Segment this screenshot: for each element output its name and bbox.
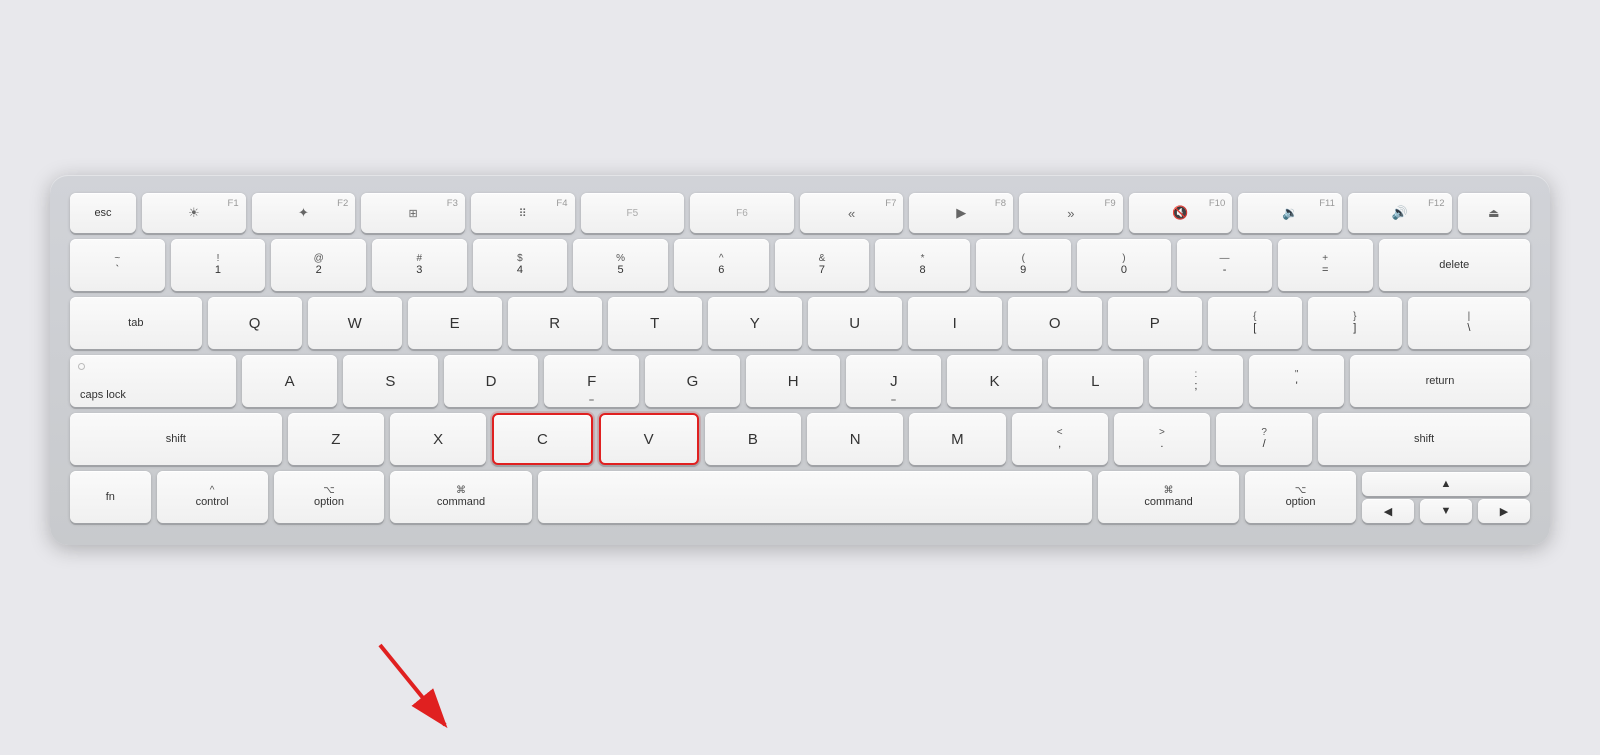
keyboard: esc ☀ F1 ✦ F2 ⊞ F3 ⠿ F4 F5 F6	[50, 175, 1550, 545]
d-key[interactable]: D	[444, 355, 539, 407]
y-key[interactable]: Y	[708, 297, 802, 349]
f9-key[interactable]: » F9	[1019, 193, 1123, 233]
close-bracket-key[interactable]: } ]	[1308, 297, 1402, 349]
f-key[interactable]: F	[544, 355, 639, 407]
quote-key[interactable]: " '	[1249, 355, 1344, 407]
function-row: esc ☀ F1 ✦ F2 ⊞ F3 ⠿ F4 F5 F6	[70, 193, 1530, 233]
right-shift-key[interactable]: shift	[1318, 413, 1530, 465]
f6-key[interactable]: F6	[690, 193, 794, 233]
period-key[interactable]: > .	[1114, 413, 1210, 465]
s-key[interactable]: S	[343, 355, 438, 407]
keyboard-wrapper: esc ☀ F1 ✦ F2 ⊞ F3 ⠿ F4 F5 F6	[50, 175, 1550, 545]
u-key[interactable]: U	[808, 297, 902, 349]
g-key[interactable]: G	[645, 355, 740, 407]
left-command-key[interactable]: ⌘ command	[390, 471, 531, 523]
f-home-indicator	[589, 399, 594, 401]
tab-key[interactable]: tab	[70, 297, 202, 349]
h-key[interactable]: H	[746, 355, 841, 407]
slash-key[interactable]: ? /	[1216, 413, 1312, 465]
2-key[interactable]: @ 2	[271, 239, 366, 291]
o-key[interactable]: O	[1008, 297, 1102, 349]
e-key[interactable]: E	[408, 297, 502, 349]
arrow-keys-group: ▲ ◀ ▼ ▶	[1362, 472, 1530, 523]
f12-key[interactable]: 🔊 F12	[1348, 193, 1452, 233]
right-option-key[interactable]: ⌥ option	[1245, 471, 1356, 523]
f3-key[interactable]: ⊞ F3	[361, 193, 465, 233]
space-key[interactable]	[538, 471, 1092, 523]
esc-key[interactable]: esc	[70, 193, 136, 233]
number-row: ~ ` ! 1 @ 2 # 3 $ 4 % 5	[70, 239, 1530, 291]
caps-lock-indicator	[78, 363, 85, 370]
f8-key[interactable]: ▶ F8	[909, 193, 1013, 233]
f4-key[interactable]: ⠿ F4	[471, 193, 575, 233]
f2-key[interactable]: ✦ F2	[252, 193, 356, 233]
9-key[interactable]: ( 9	[976, 239, 1071, 291]
5-key[interactable]: % 5	[573, 239, 668, 291]
arrow-up-key[interactable]: ▲	[1362, 472, 1530, 496]
k-key[interactable]: K	[947, 355, 1042, 407]
x-key[interactable]: X	[390, 413, 486, 465]
left-option-key[interactable]: ⌥ option	[274, 471, 385, 523]
return-key[interactable]: return	[1350, 355, 1530, 407]
j-home-indicator	[891, 399, 896, 401]
n-key[interactable]: N	[807, 413, 903, 465]
qwerty-row: tab Q W E R T Y U I O P { [ } ] | \	[70, 297, 1530, 349]
semicolon-key[interactable]: : ;	[1149, 355, 1244, 407]
caps-lock-key[interactable]: caps lock	[70, 355, 236, 407]
comma-key[interactable]: < ,	[1012, 413, 1108, 465]
c-key[interactable]: C	[492, 413, 592, 465]
f1-key[interactable]: ☀ F1	[142, 193, 246, 233]
t-key[interactable]: T	[608, 297, 702, 349]
delete-key[interactable]: delete	[1379, 239, 1530, 291]
bottom-row: fn ^ control ⌥ option ⌘ command ⌘ comman…	[70, 471, 1530, 523]
minus-key[interactable]: — -	[1177, 239, 1272, 291]
f5-key[interactable]: F5	[581, 193, 685, 233]
arrow-left-key[interactable]: ◀	[1362, 499, 1414, 523]
zxcv-row: shift Z X C V B N M < , > . ? / shift	[70, 413, 1530, 465]
backslash-key[interactable]: | \	[1408, 297, 1530, 349]
b-key[interactable]: B	[705, 413, 801, 465]
4-key[interactable]: $ 4	[473, 239, 568, 291]
red-arrow-indicator	[360, 635, 480, 755]
right-command-key[interactable]: ⌘ command	[1098, 471, 1239, 523]
p-key[interactable]: P	[1108, 297, 1202, 349]
q-key[interactable]: Q	[208, 297, 302, 349]
left-shift-key[interactable]: shift	[70, 413, 282, 465]
open-bracket-key[interactable]: { [	[1208, 297, 1302, 349]
control-key[interactable]: ^ control	[157, 471, 268, 523]
z-key[interactable]: Z	[288, 413, 384, 465]
arrow-down-key[interactable]: ▼	[1420, 499, 1472, 523]
0-key[interactable]: ) 0	[1077, 239, 1172, 291]
arrow-right-key[interactable]: ▶	[1478, 499, 1530, 523]
8-key[interactable]: * 8	[875, 239, 970, 291]
7-key[interactable]: & 7	[775, 239, 870, 291]
asdf-row: caps lock A S D F G H J K L : ; " '	[70, 355, 1530, 407]
equals-key[interactable]: + =	[1278, 239, 1373, 291]
m-key[interactable]: M	[909, 413, 1005, 465]
l-key[interactable]: L	[1048, 355, 1143, 407]
backtick-key[interactable]: ~ `	[70, 239, 165, 291]
6-key[interactable]: ^ 6	[674, 239, 769, 291]
f7-key[interactable]: « F7	[800, 193, 904, 233]
v-key[interactable]: V	[599, 413, 699, 465]
3-key[interactable]: # 3	[372, 239, 467, 291]
i-key[interactable]: I	[908, 297, 1002, 349]
fn-key[interactable]: fn	[70, 471, 151, 523]
r-key[interactable]: R	[508, 297, 602, 349]
1-key[interactable]: ! 1	[171, 239, 266, 291]
eject-key[interactable]: ⏏	[1458, 193, 1531, 233]
w-key[interactable]: W	[308, 297, 402, 349]
f10-key[interactable]: 🔇 F10	[1129, 193, 1233, 233]
a-key[interactable]: A	[242, 355, 337, 407]
j-key[interactable]: J	[846, 355, 941, 407]
f11-key[interactable]: 🔉 F11	[1238, 193, 1342, 233]
